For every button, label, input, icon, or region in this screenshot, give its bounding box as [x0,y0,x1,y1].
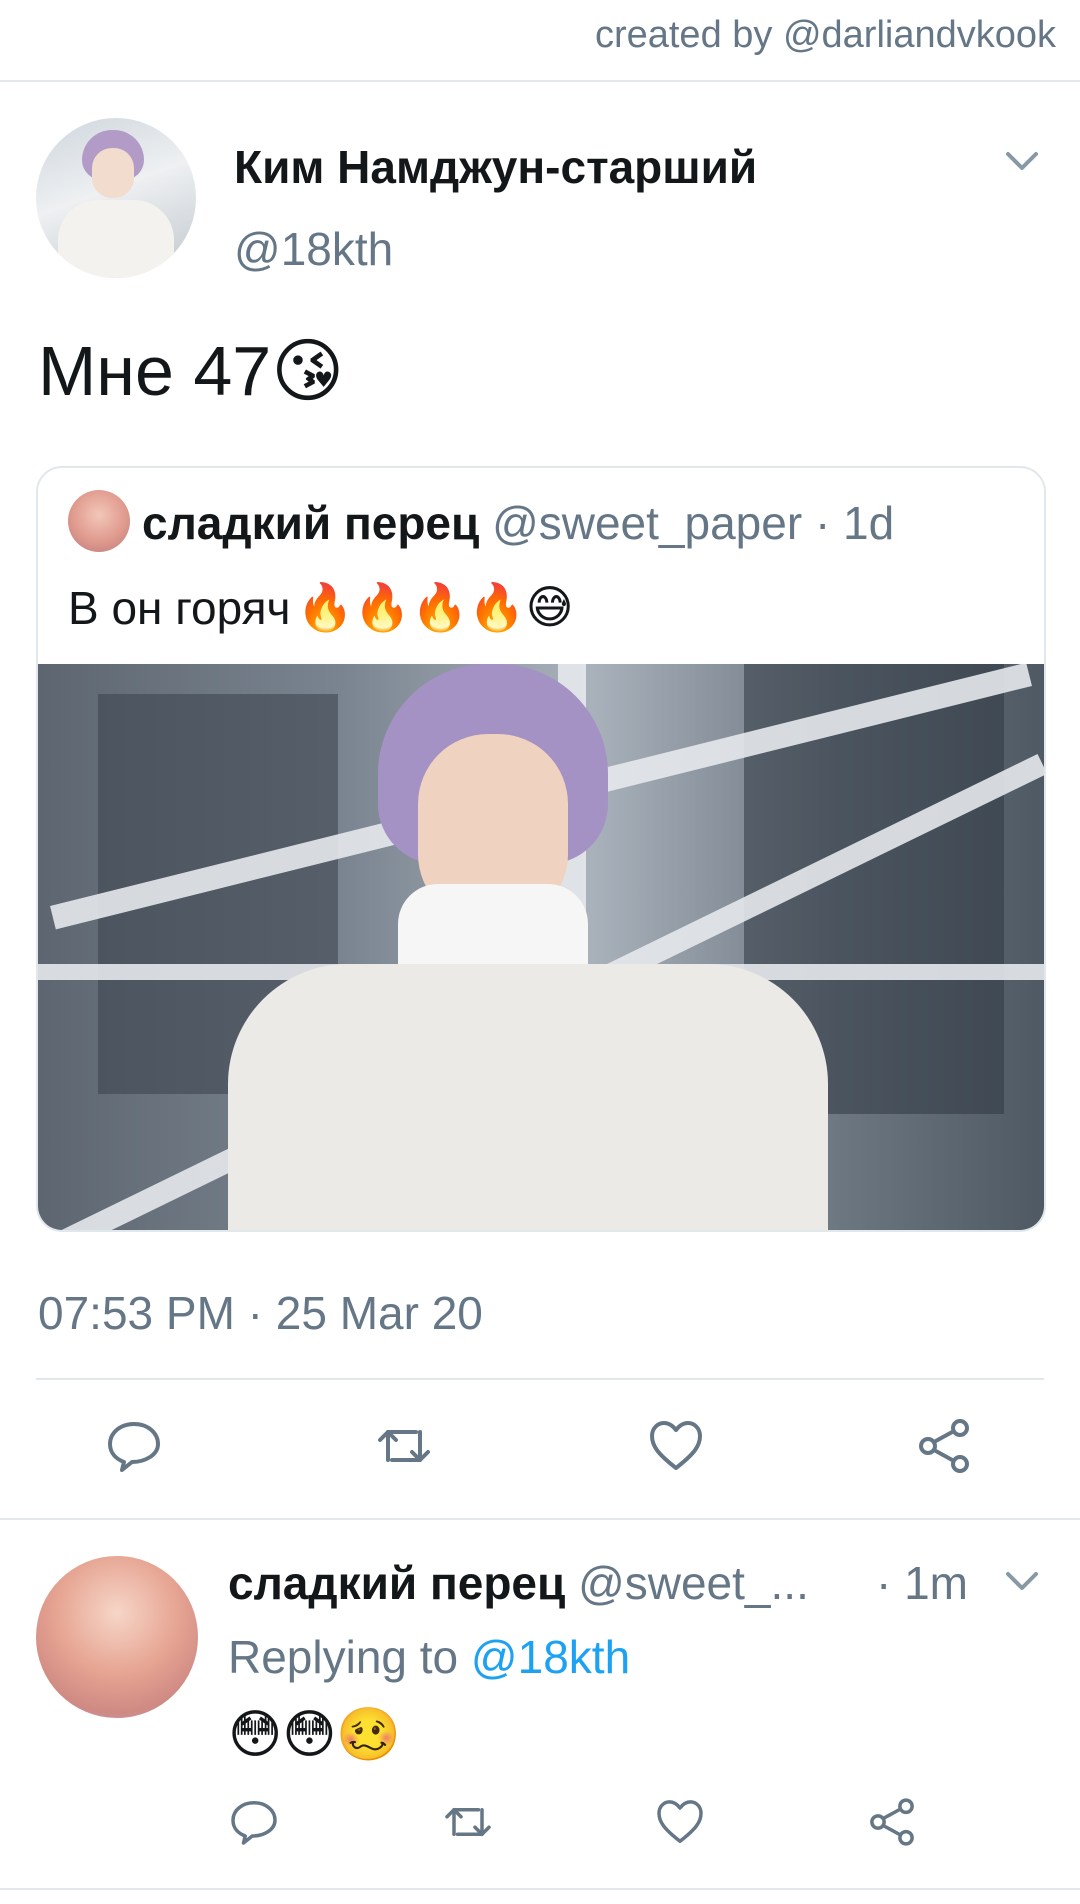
quoted-text: В он горяч 🔥🔥🔥🔥😅 [68,580,574,635]
like-icon[interactable] [644,1414,708,1478]
reply-icon[interactable] [226,1794,282,1850]
watermark-text: created by @darliandvkook [594,14,1056,56]
author-name[interactable]: Ким Намджун-старший [234,140,757,194]
reply-avatar[interactable] [36,1556,198,1718]
quoted-time: · 1d [814,497,895,549]
retweet-icon[interactable] [440,1794,496,1850]
header-divider [0,80,1080,82]
reply-time: · 1m [876,1557,968,1609]
divider [36,1378,1044,1380]
chevron-down-icon[interactable] [1002,146,1042,176]
quoted-header: сладкий перец @sweet_paper · 1d [142,496,894,550]
tweet-text: Мне 47 😘 [38,330,344,412]
kissing-emoji: 😘 [271,330,345,412]
tweet-text-content: Мне 47 [38,332,272,410]
quoted-avatar [68,490,130,552]
quoted-tweet[interactable]: сладкий перец @sweet_paper · 1d В он гор… [36,466,1046,1232]
share-icon[interactable] [864,1794,920,1850]
author-handle[interactable]: @18kth [234,222,393,276]
reply-header: сладкий перец @sweet_... [228,1556,809,1610]
reply-emojis: 😳😳🥴 [228,1705,402,1765]
replying-prefix: Replying to [228,1631,459,1683]
author-avatar[interactable] [36,118,196,278]
tweet-timestamp: 07:53 PM · 25 Mar 20 [38,1287,483,1339]
share-icon[interactable] [912,1414,976,1478]
replying-to: Replying to @18kth [228,1630,630,1684]
quoted-emojis: 🔥🔥🔥🔥😅 [296,580,574,634]
chevron-down-icon[interactable] [1002,1566,1042,1596]
reply-icon[interactable] [102,1414,166,1478]
replying-handle-link[interactable]: @18kth [471,1631,630,1683]
reply-author-name[interactable]: сладкий перец [228,1557,565,1609]
quoted-text-content: В он горяч [68,581,291,634]
quoted-photo[interactable] [38,664,1044,1230]
divider [0,1888,1080,1890]
like-icon[interactable] [652,1794,708,1850]
divider [0,1518,1080,1520]
reply-author-handle[interactable]: @sweet_... [578,1557,809,1609]
quoted-author-name: сладкий перец [142,497,480,549]
quoted-author-handle: @sweet_paper [492,497,803,549]
retweet-icon[interactable] [372,1414,436,1478]
